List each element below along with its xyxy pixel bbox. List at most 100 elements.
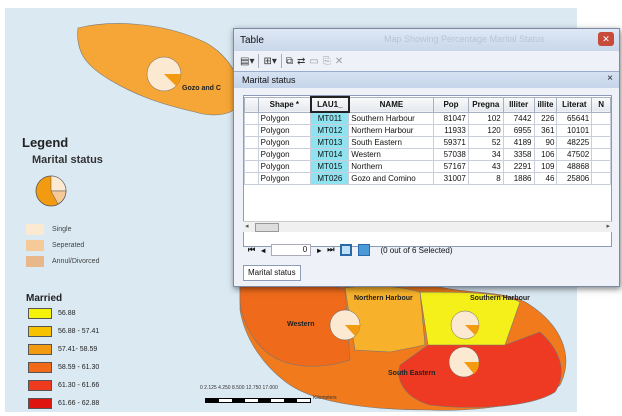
table-cell[interactable]: 34 bbox=[467, 148, 504, 161]
row-selector-header[interactable] bbox=[244, 96, 259, 113]
table-cell[interactable]: 1886 bbox=[502, 172, 535, 185]
table-cell[interactable]: 4189 bbox=[502, 136, 535, 149]
table-cell[interactable]: 47502 bbox=[556, 148, 593, 161]
row-selector[interactable] bbox=[244, 136, 259, 149]
table-row[interactable]: Polygon MT011 Southern Harbour 81047 102… bbox=[244, 111, 611, 125]
table-cell[interactable]: 7442 bbox=[502, 111, 535, 125]
table-cell[interactable]: 102 bbox=[467, 111, 504, 125]
table-cell[interactable]: 48225 bbox=[556, 136, 593, 149]
table-cell[interactable]: Gozo and Comino bbox=[348, 172, 435, 185]
scroll-left-icon[interactable]: ◂ bbox=[245, 222, 249, 230]
table-cell[interactable]: Polygon bbox=[257, 124, 312, 137]
table-cell[interactable]: 25806 bbox=[556, 172, 593, 185]
related-tables-icon[interactable]: ⊞▾ bbox=[263, 56, 276, 67]
table-cell[interactable]: 109 bbox=[533, 160, 558, 173]
table-cell[interactable]: 48868 bbox=[556, 160, 593, 173]
show-all-records-icon[interactable] bbox=[340, 244, 353, 256]
table-cell[interactable]: 120 bbox=[467, 124, 504, 137]
table-cell[interactable]: 106 bbox=[533, 148, 558, 161]
table-cell[interactable]: MT012 bbox=[310, 124, 350, 137]
table-cell[interactable]: 10101 bbox=[556, 124, 593, 137]
row-selector[interactable] bbox=[244, 172, 259, 185]
column-header[interactable]: N bbox=[591, 96, 611, 113]
row-selector[interactable] bbox=[244, 148, 259, 161]
table-cell[interactable]: 361 bbox=[533, 124, 558, 137]
table-cell[interactable] bbox=[591, 148, 611, 161]
table-cell[interactable]: Polygon bbox=[257, 136, 312, 149]
table-cell[interactable]: 43 bbox=[467, 160, 504, 173]
table-cell[interactable]: Polygon bbox=[257, 160, 312, 173]
column-header[interactable]: Literat bbox=[556, 96, 593, 113]
table-cell[interactable]: MT013 bbox=[310, 136, 350, 149]
table-cell[interactable]: Southern Harbour bbox=[348, 111, 435, 125]
table-cell[interactable]: 46 bbox=[533, 172, 558, 185]
table-cell[interactable]: 90 bbox=[533, 136, 558, 149]
table-cell[interactable]: 8 bbox=[467, 172, 504, 185]
column-header[interactable]: NAME bbox=[348, 96, 435, 113]
column-header[interactable]: LAU1_ bbox=[309, 96, 350, 113]
table-row[interactable]: Polygon MT014 Western 57038 34 3358 106 … bbox=[244, 148, 611, 161]
table-cell[interactable]: MT011 bbox=[310, 111, 350, 125]
switch-selection-icon[interactable]: ⇄ bbox=[297, 56, 305, 67]
table-cell[interactable]: Western bbox=[348, 148, 435, 161]
table-options-icon[interactable]: ▤▾ bbox=[240, 56, 254, 67]
row-selector[interactable] bbox=[244, 160, 259, 173]
table-cell[interactable]: 57167 bbox=[433, 160, 469, 173]
previous-record-icon[interactable]: ◂ bbox=[261, 246, 265, 255]
column-header[interactable]: Pop bbox=[433, 96, 469, 113]
show-selected-records-icon[interactable] bbox=[358, 244, 371, 256]
table-cell[interactable]: Northern bbox=[348, 160, 435, 173]
row-selector[interactable] bbox=[244, 124, 259, 137]
table-cell[interactable]: Polygon bbox=[257, 111, 312, 125]
table-cell[interactable] bbox=[591, 172, 611, 185]
first-record-icon[interactable]: ⏮ bbox=[248, 245, 255, 255]
table-cell[interactable]: 59371 bbox=[433, 136, 469, 149]
table-cell[interactable]: Northern Harbour bbox=[348, 124, 435, 137]
select-by-attributes-icon[interactable]: ⧉ bbox=[286, 56, 293, 67]
record-number-input[interactable]: 0 bbox=[271, 244, 312, 256]
table-cell[interactable]: 3358 bbox=[502, 148, 535, 161]
table-cell[interactable]: 52 bbox=[467, 136, 504, 149]
tab-close-icon[interactable]: × bbox=[607, 73, 613, 84]
table-cell[interactable]: 6955 bbox=[502, 124, 535, 137]
table-cell[interactable]: MT015 bbox=[310, 160, 350, 173]
table-row[interactable]: Polygon MT026 Gozo and Comino 31007 8 18… bbox=[244, 172, 611, 185]
column-header[interactable]: Shape * bbox=[257, 96, 312, 113]
table-row[interactable]: Polygon MT013 South Eastern 59371 52 418… bbox=[244, 136, 611, 149]
table-cell[interactable]: Polygon bbox=[257, 172, 312, 185]
table-window[interactable]: Table Map Showing Percentage Marital Sta… bbox=[233, 28, 620, 287]
table-cell[interactable]: Polygon bbox=[257, 148, 312, 161]
table-bottom-tab[interactable]: Marital status bbox=[243, 265, 301, 281]
table-cell[interactable] bbox=[591, 160, 611, 173]
row-selector[interactable] bbox=[244, 111, 259, 125]
copy-selected-icon[interactable]: ⎘ bbox=[323, 56, 331, 67]
table-cell[interactable]: 11933 bbox=[433, 124, 469, 137]
horizontal-scrollbar[interactable]: ◂ ▸ bbox=[243, 221, 612, 232]
last-record-icon[interactable]: ⏭ bbox=[327, 245, 334, 255]
close-icon[interactable]: ✕ bbox=[598, 32, 614, 46]
table-cell[interactable]: South Eastern bbox=[348, 136, 435, 149]
delete-selected-icon[interactable]: ✕ bbox=[335, 56, 343, 67]
table-cell[interactable]: 226 bbox=[533, 111, 558, 125]
table-cell[interactable]: MT026 bbox=[310, 172, 350, 185]
table-cell[interactable]: 65641 bbox=[556, 111, 593, 125]
table-cell[interactable]: 57038 bbox=[433, 148, 469, 161]
table-cell[interactable]: 31007 bbox=[433, 172, 469, 185]
clear-selection-icon[interactable]: ▭ bbox=[309, 56, 318, 67]
table-cell[interactable]: 2291 bbox=[502, 160, 535, 173]
table-row[interactable]: Polygon MT015 Northern 57167 43 2291 109… bbox=[244, 160, 611, 173]
scroll-right-icon[interactable]: ▸ bbox=[606, 222, 610, 230]
table-cell[interactable]: MT014 bbox=[310, 148, 350, 161]
table-row[interactable]: Polygon MT012 Northern Harbour 11933 120… bbox=[244, 124, 611, 137]
column-header[interactable]: Pregna bbox=[467, 96, 504, 113]
column-header[interactable]: illite bbox=[533, 96, 558, 113]
map-label-gozo: Gozo and C bbox=[182, 85, 221, 92]
table-cell[interactable] bbox=[591, 124, 611, 137]
column-header[interactable]: Illiter bbox=[502, 96, 535, 113]
table-cell[interactable]: 81047 bbox=[433, 111, 469, 125]
table-window-titlebar[interactable]: Table Map Showing Percentage Marital Sta… bbox=[234, 29, 619, 51]
scroll-thumb[interactable] bbox=[255, 223, 279, 232]
next-record-icon[interactable]: ▸ bbox=[317, 246, 321, 255]
table-cell[interactable] bbox=[591, 111, 611, 125]
table-cell[interactable] bbox=[591, 136, 611, 149]
